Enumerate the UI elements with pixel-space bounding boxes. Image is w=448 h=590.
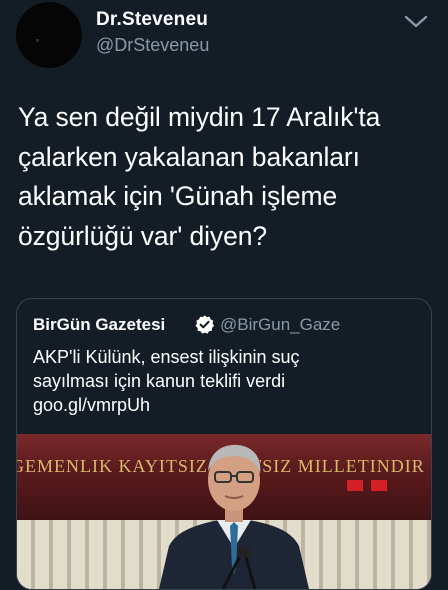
avatar-detail: [36, 39, 39, 42]
tweet-text: Ya sen değil miydin 17 Aralık'ta çalarke…: [18, 102, 381, 251]
quoted-author-name: BirGün Gazetesi: [33, 315, 166, 334]
quoted-tweet-image[interactable]: GEMENLIK KAYITSIZ ŞARTSIZ MILLETINDIR: [17, 434, 431, 589]
tweet: Dr.Steveneu @DrSteveneu Ya sen değil miy…: [0, 0, 448, 590]
speaker-person-image: [159, 444, 309, 589]
avatar[interactable]: [16, 2, 82, 68]
quoted-author-handle: @BirGun_Gaze: [220, 315, 341, 334]
turkish-flag-icon: [347, 480, 363, 491]
quoted-tweet-text: AKP'li Külünk, ensest ilişkinin suç sayı…: [33, 347, 300, 415]
author-handle[interactable]: @DrSteveneu: [96, 35, 209, 56]
author-display-name[interactable]: Dr.Steveneu: [96, 9, 208, 31]
quoted-tweet-card[interactable]: BirGün Gazetesi @BirGun_Gaze AKP'li Külü…: [16, 298, 432, 590]
verified-badge-icon: [195, 315, 215, 334]
chevron-down-icon[interactable]: [402, 12, 430, 32]
turkish-flag-icon: [371, 480, 387, 491]
